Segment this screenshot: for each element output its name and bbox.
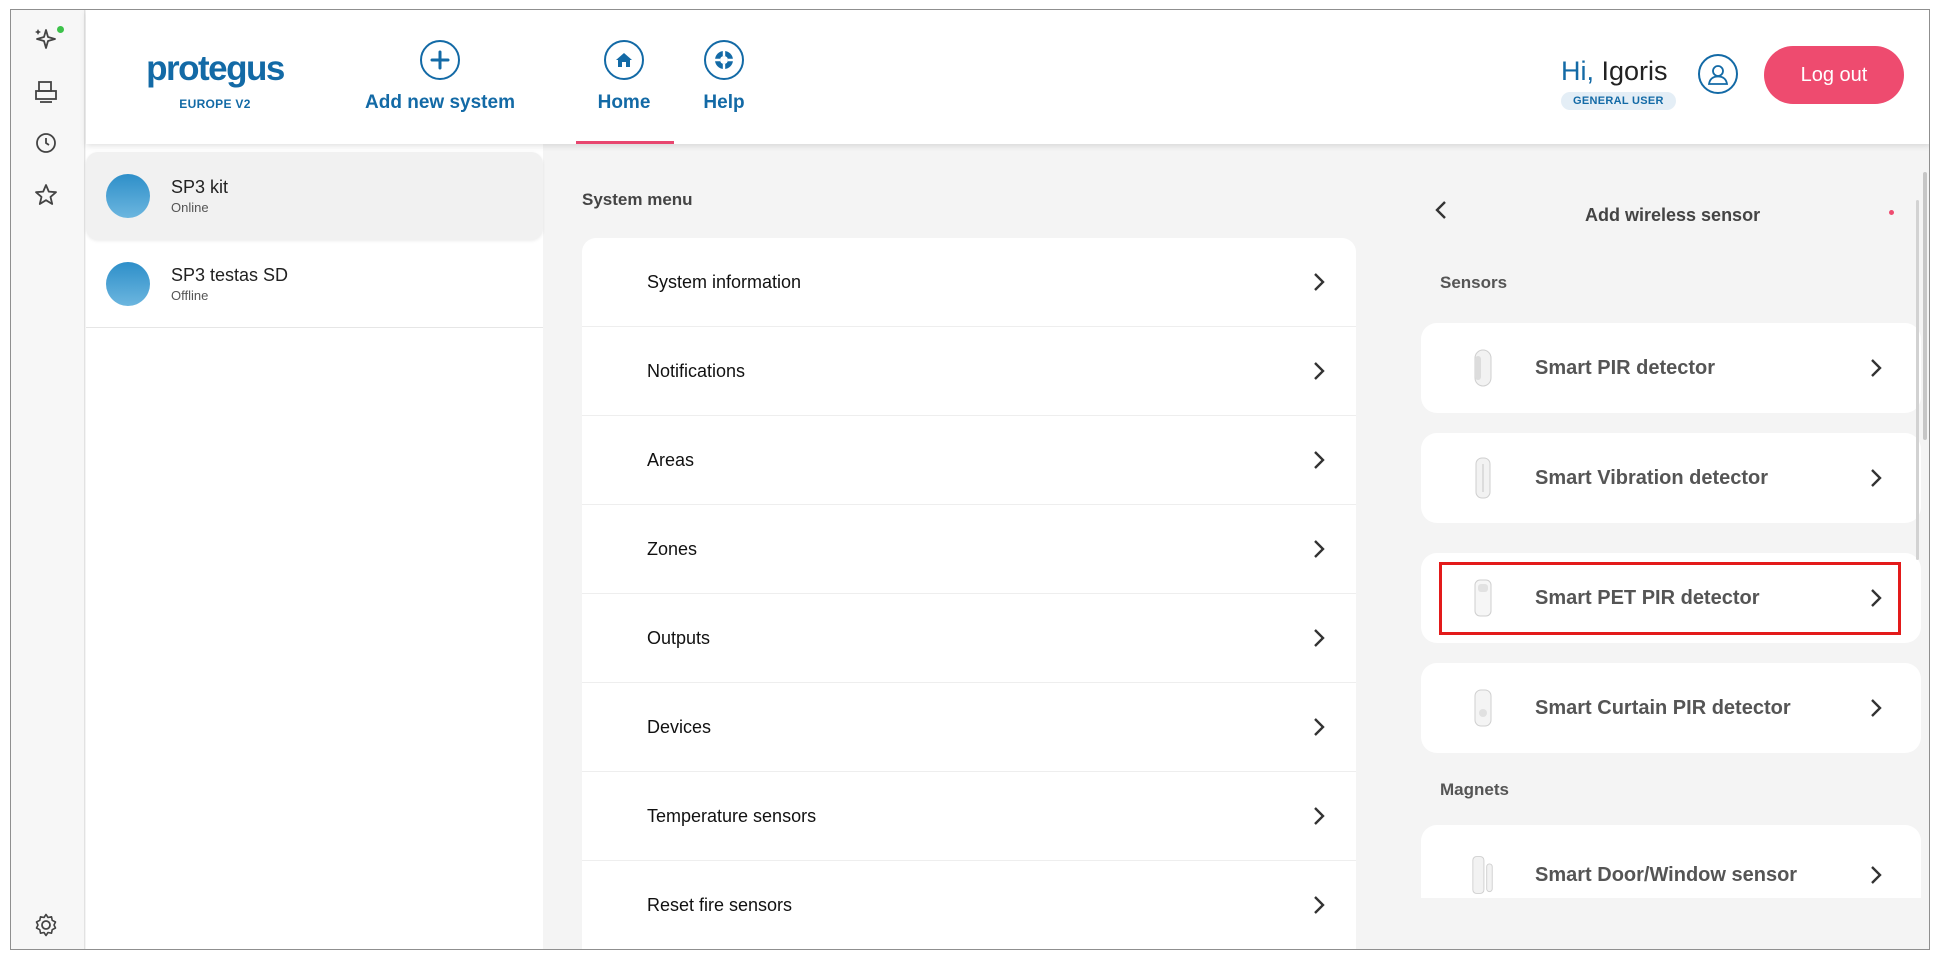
system-text: SP3 testas SD Offline <box>171 265 288 303</box>
settings-icon[interactable] <box>31 910 61 940</box>
notification-dot <box>1889 210 1894 215</box>
plus-icon <box>420 40 460 80</box>
top-bar: protegus EUROPE V2 Add new system Home H… <box>86 10 1929 144</box>
sparkle-icon[interactable] <box>31 24 64 54</box>
nav-home[interactable]: Home <box>586 40 662 114</box>
menu-item-notifications[interactable]: Notifications <box>582 327 1356 416</box>
chevron-right-icon <box>1312 805 1326 827</box>
menu-item-label: Devices <box>647 716 712 737</box>
system-status: Online <box>171 200 209 215</box>
chevron-right-icon <box>1312 538 1326 560</box>
chevron-right-icon <box>1312 894 1326 916</box>
system-status: Offline <box>171 287 209 303</box>
system-menu-card: System information Notifications Areas Z… <box>582 238 1356 949</box>
chevron-right-icon <box>1869 864 1883 886</box>
chevron-right-icon <box>1312 716 1326 738</box>
pir-detector-icon <box>1471 346 1495 390</box>
online-indicator <box>57 26 64 33</box>
chevron-right-icon <box>1869 357 1883 379</box>
menu-item-outputs[interactable]: Outputs <box>582 594 1356 683</box>
system-item-sp3-kit[interactable]: SP3 kit Online <box>86 152 543 240</box>
menu-item-label: Notifications <box>647 360 746 381</box>
vibration-detector-icon <box>1471 456 1495 500</box>
door-window-sensor-icon <box>1471 853 1495 897</box>
menu-item-zones[interactable]: Zones <box>582 505 1356 594</box>
help-label: Help <box>703 92 745 113</box>
add-new-system-button[interactable]: Add new system <box>356 40 524 114</box>
greeting-hi: Hi, <box>1561 56 1594 86</box>
clock-icon[interactable] <box>31 128 61 158</box>
sensor-label: Smart Vibration detector <box>1535 466 1769 489</box>
menu-item-devices[interactable]: Devices <box>582 683 1356 772</box>
sensor-item-smart-pir-detector[interactable]: Smart PIR detector <box>1421 323 1921 413</box>
user-avatar-icon[interactable] <box>1698 54 1738 94</box>
active-tab-indicator <box>576 141 674 144</box>
menu-item-system-information[interactable]: System information <box>582 238 1356 327</box>
sensor-item-smart-curtain-pir-detector[interactable]: Smart Curtain PIR detector <box>1421 663 1921 753</box>
section-magnets-title: Magnets <box>1440 780 1509 799</box>
sensor-label: Smart Door/Window sensor <box>1535 863 1798 886</box>
chevron-right-icon <box>1312 449 1326 471</box>
curtain-pir-detector-icon <box>1471 686 1495 730</box>
logo-wordmark: protegus <box>146 49 285 88</box>
menu-item-label: Outputs <box>647 627 711 648</box>
system-name: SP3 testas SD <box>171 264 289 285</box>
menu-item-temperature-sensors[interactable]: Temperature sensors <box>582 772 1356 861</box>
system-menu-title: System menu <box>582 190 693 209</box>
icon-rail <box>11 10 85 949</box>
panel-title: Add wireless sensor <box>1585 205 1761 225</box>
menu-item-label: Zones <box>647 538 698 559</box>
system-avatar <box>106 261 150 306</box>
sensor-label: Smart PIR detector <box>1535 356 1716 379</box>
role-badge: GENERAL USER <box>1561 92 1676 110</box>
home-label: Home <box>597 92 651 113</box>
nav-help[interactable]: Help <box>686 40 762 114</box>
chevron-right-icon <box>1312 360 1326 382</box>
chevron-right-icon <box>1869 697 1883 719</box>
add-new-system-label: Add new system <box>365 92 515 113</box>
app-window: protegus EUROPE V2 Add new system Home H… <box>10 9 1930 950</box>
menu-item-label: Areas <box>647 449 695 470</box>
system-item-sp3-testas-sd[interactable]: SP3 testas SD Offline <box>86 240 543 328</box>
system-avatar <box>106 174 150 218</box>
sensor-label: Smart Curtain PIR detector <box>1535 696 1791 719</box>
panel-bottom-mask <box>1411 898 1929 949</box>
printer-icon[interactable] <box>31 77 61 107</box>
logout-button[interactable]: Log out <box>1764 46 1904 104</box>
star-icon[interactable] <box>31 180 61 210</box>
sensor-item-smart-vibration-detector[interactable]: Smart Vibration detector <box>1421 433 1921 523</box>
home-icon <box>604 40 644 80</box>
system-text: SP3 kit Online <box>171 177 228 215</box>
region-label: EUROPE V2 <box>179 97 251 111</box>
menu-item-label: System information <box>647 271 802 292</box>
menu-item-label: Reset fire sensors <box>647 894 793 915</box>
menu-item-label: Temperature sensors <box>647 805 817 826</box>
selection-highlight <box>1439 562 1901 635</box>
chevron-right-icon <box>1312 627 1326 649</box>
menu-item-reset-fire-sensors[interactable]: Reset fire sensors <box>582 861 1356 949</box>
menu-item-areas[interactable]: Areas <box>582 416 1356 505</box>
back-chevron-icon[interactable] <box>1434 199 1448 226</box>
lifebuoy-icon <box>704 40 744 80</box>
section-sensors-title: Sensors <box>1440 273 1508 292</box>
user-name: Igoris <box>1601 56 1668 86</box>
user-greeting: Hi, Igoris <box>1561 56 1668 87</box>
system-name: SP3 kit <box>171 177 229 197</box>
chevron-right-icon <box>1869 467 1883 489</box>
protegus-logo[interactable]: protegus EUROPE V2 <box>140 49 290 112</box>
chevron-right-icon <box>1312 271 1326 293</box>
page-scrollbar[interactable] <box>1923 172 1927 440</box>
systems-list: SP3 kit Online SP3 testas SD Offline <box>86 144 543 949</box>
panel-scrollbar[interactable] <box>1916 200 1919 560</box>
